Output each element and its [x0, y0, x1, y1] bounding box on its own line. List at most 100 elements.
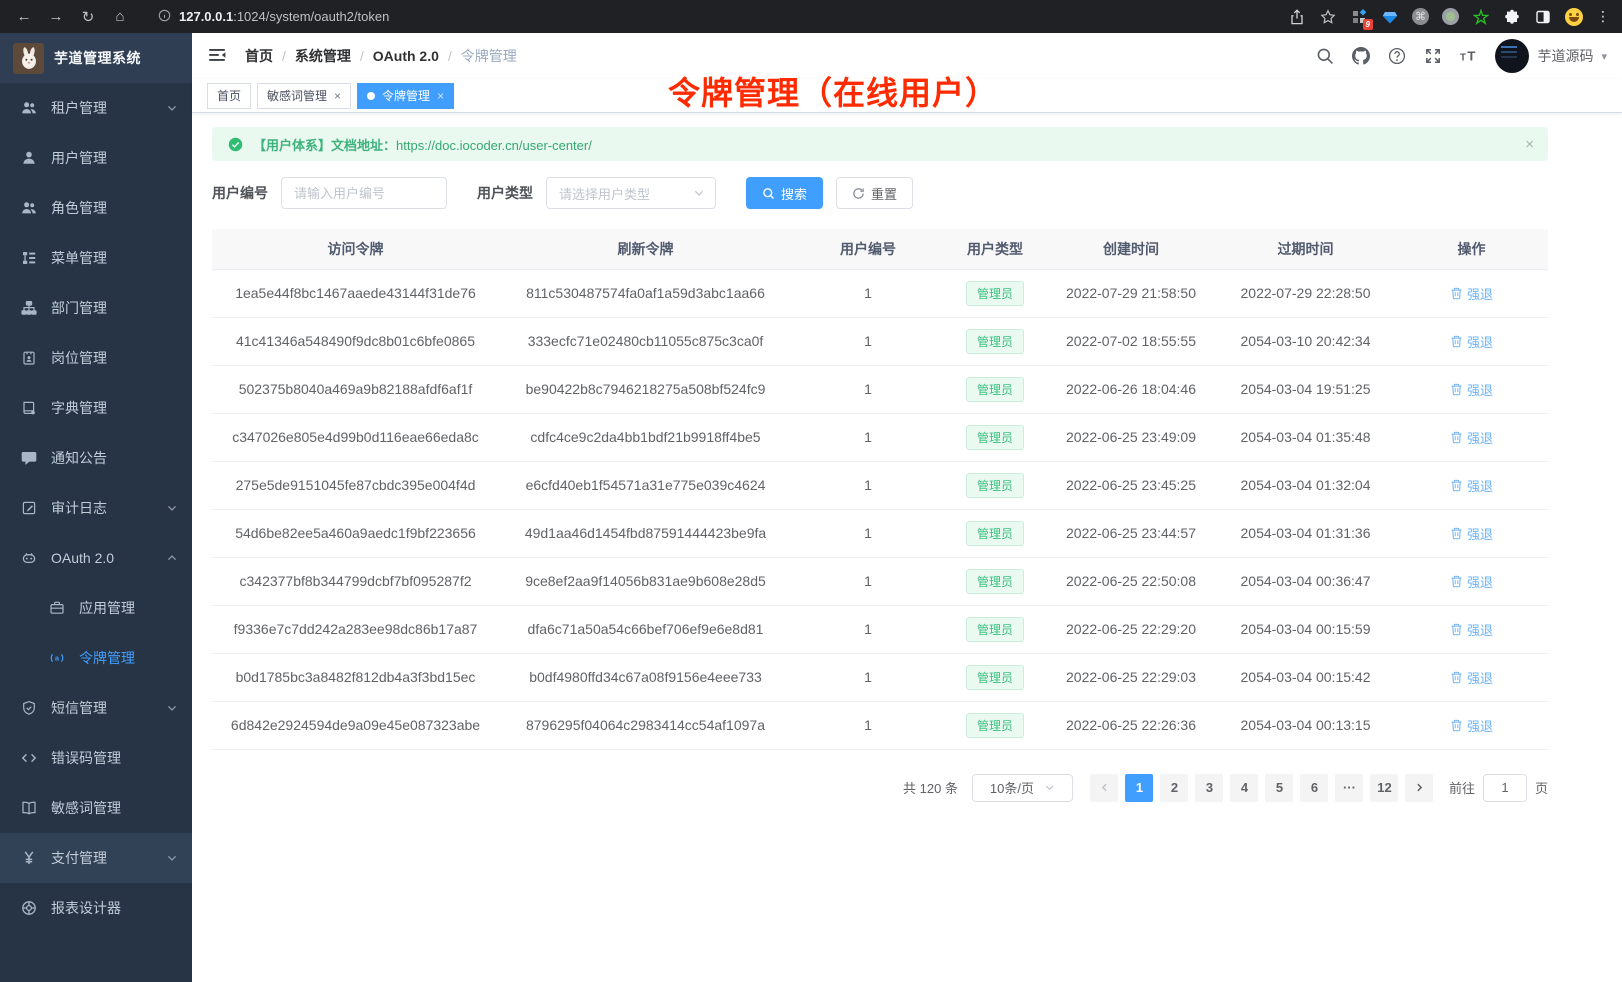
- sidebar-item[interactable]: 部门管理: [0, 283, 192, 333]
- extension-grid-icon[interactable]: 9: [1350, 8, 1368, 26]
- page-number-button[interactable]: 6: [1300, 774, 1328, 802]
- record-extension-icon[interactable]: [1442, 8, 1459, 25]
- page-size-select[interactable]: 10条/页: [972, 774, 1073, 802]
- user-type-cell: 管理员: [944, 413, 1046, 461]
- back-icon[interactable]: ←: [12, 5, 36, 29]
- page-number-button[interactable]: 5: [1265, 774, 1293, 802]
- browser-menu-icon[interactable]: ⋮: [1596, 8, 1610, 25]
- jump-page-input[interactable]: [1483, 774, 1527, 802]
- tags-view: 首页 × 敏感词管理 × 令牌管理 ×: [192, 79, 1622, 113]
- user-type-select[interactable]: 请选择用户类型: [546, 177, 716, 209]
- app-briefcase-icon: [49, 600, 66, 617]
- sidebar-item[interactable]: 短信管理: [0, 683, 192, 733]
- breadcrumb-item[interactable]: 系统管理 /: [295, 46, 373, 66]
- prev-page-button[interactable]: [1090, 774, 1118, 802]
- breadcrumb-item[interactable]: 令牌管理 /: [461, 46, 517, 66]
- force-logout-button[interactable]: 强退: [1450, 284, 1493, 303]
- sidebar-item[interactable]: a 令牌管理: [0, 633, 192, 683]
- create-time-cell: 2022-06-25 22:29:03: [1046, 653, 1216, 701]
- split-window-icon[interactable]: [1534, 8, 1552, 26]
- user-type-badge: 管理员: [966, 713, 1024, 738]
- green-star-extension-icon[interactable]: [1472, 8, 1490, 26]
- table-row: c342377bf8b344799dcbf7bf095287f2 9ce8ef2…: [212, 557, 1548, 605]
- bookmark-star-icon[interactable]: [1319, 8, 1337, 26]
- page-tab[interactable]: 令牌管理 ×: [357, 83, 454, 109]
- page-number-button[interactable]: 3: [1195, 774, 1223, 802]
- sidebar-item[interactable]: 字典管理: [0, 383, 192, 433]
- sidebar-fold-icon[interactable]: [207, 46, 229, 66]
- sidebar-item-label: 租户管理: [51, 98, 107, 118]
- force-logout-button[interactable]: 强退: [1450, 380, 1493, 399]
- sidebar-item[interactable]: 租户管理: [0, 83, 192, 133]
- search-icon[interactable]: [1315, 47, 1334, 66]
- puzzle-extension-icon[interactable]: [1503, 8, 1521, 26]
- command-extension-icon[interactable]: ⌘: [1412, 8, 1429, 25]
- sidebar-item[interactable]: 支付管理: [0, 833, 192, 883]
- user-id-cell: 1: [792, 509, 944, 557]
- user-type-cell: 管理员: [944, 317, 1046, 365]
- page-number-button[interactable]: 4: [1230, 774, 1258, 802]
- actions-cell: 强退: [1395, 413, 1548, 461]
- page-number-button[interactable]: ···: [1335, 774, 1363, 802]
- breadcrumb-item[interactable]: 首页 /: [245, 46, 295, 66]
- force-logout-button[interactable]: 强退: [1450, 332, 1493, 351]
- page-tab[interactable]: 首页 ×: [207, 83, 251, 109]
- forward-icon[interactable]: →: [44, 5, 68, 29]
- search-button[interactable]: 搜索: [746, 177, 823, 209]
- page-number-button[interactable]: 2: [1160, 774, 1188, 802]
- share-icon[interactable]: [1288, 8, 1306, 26]
- home-icon[interactable]: ⌂: [108, 5, 132, 29]
- force-logout-button[interactable]: 强退: [1450, 476, 1493, 495]
- user-id-input[interactable]: [281, 177, 447, 209]
- force-logout-button[interactable]: 强退: [1450, 668, 1493, 687]
- sidebar-item[interactable]: 应用管理: [0, 583, 192, 633]
- chevron-up-icon: [166, 552, 178, 564]
- force-logout-button[interactable]: 强退: [1450, 620, 1493, 639]
- user-menu[interactable]: 芋道源码 ▾: [1495, 39, 1607, 73]
- doc-link[interactable]: https://doc.iocoder.cn/user-center/: [396, 138, 592, 153]
- sidebar-item[interactable]: 岗位管理: [0, 333, 192, 383]
- page-tab[interactable]: 敏感词管理 ×: [257, 83, 351, 109]
- sidebar-item[interactable]: 用户管理: [0, 133, 192, 183]
- help-icon[interactable]: [1387, 47, 1406, 66]
- fullscreen-icon[interactable]: [1423, 47, 1442, 66]
- site-info-icon[interactable]: [158, 9, 171, 25]
- expire-time-cell: 2054-03-04 01:32:04: [1216, 461, 1395, 509]
- expire-time-cell: 2054-03-04 00:15:42: [1216, 653, 1395, 701]
- sidebar-item[interactable]: 报表设计器: [0, 883, 192, 933]
- force-logout-button[interactable]: 强退: [1450, 428, 1493, 447]
- address-bar[interactable]: 127.0.0.1:1024/system/oauth2/token: [148, 5, 1272, 29]
- pagination: 共 120 条 10条/页 1 2 3: [212, 774, 1548, 802]
- page-number-button[interactable]: 1: [1125, 774, 1153, 802]
- reload-icon[interactable]: ↻: [76, 5, 100, 29]
- alert-text: 【用户体系】文档地址：https://doc.iocoder.cn/user-c…: [253, 135, 592, 154]
- sidebar-item[interactable]: 敏感词管理: [0, 783, 192, 833]
- font-size-icon[interactable]: TT: [1459, 47, 1478, 66]
- sidebar-item[interactable]: 审计日志: [0, 483, 192, 533]
- page-number-button[interactable]: 12: [1370, 774, 1398, 802]
- tab-close-icon[interactable]: ×: [437, 90, 444, 102]
- force-logout-button[interactable]: 强退: [1450, 716, 1493, 735]
- tab-close-icon[interactable]: ×: [334, 90, 341, 102]
- sidebar-item[interactable]: 菜单管理: [0, 233, 192, 283]
- profile-avatar-icon[interactable]: [1565, 8, 1583, 26]
- alert-close-icon[interactable]: ×: [1525, 136, 1534, 153]
- gem-extension-icon[interactable]: [1381, 8, 1399, 26]
- sidebar-item[interactable]: 错误码管理: [0, 733, 192, 783]
- breadcrumb-item[interactable]: OAuth 2.0 /: [373, 48, 461, 64]
- user-id-cell: 1: [792, 653, 944, 701]
- user-type-cell: 管理员: [944, 461, 1046, 509]
- org-chart-icon: [21, 300, 38, 317]
- reset-button[interactable]: 重置: [836, 177, 913, 209]
- url-path: :1024/system/oauth2/token: [233, 9, 389, 24]
- roles-icon: [21, 200, 38, 217]
- app-logo[interactable]: 芋道管理系统: [0, 33, 192, 83]
- force-logout-button[interactable]: 强退: [1450, 524, 1493, 543]
- sidebar-item[interactable]: 通知公告: [0, 433, 192, 483]
- sidebar-item[interactable]: OAuth 2.0: [0, 533, 192, 583]
- sidebar-item-label: 短信管理: [51, 698, 107, 718]
- force-logout-button[interactable]: 强退: [1450, 572, 1493, 591]
- github-icon[interactable]: [1351, 47, 1370, 66]
- next-page-button[interactable]: [1405, 774, 1433, 802]
- sidebar-item[interactable]: 角色管理: [0, 183, 192, 233]
